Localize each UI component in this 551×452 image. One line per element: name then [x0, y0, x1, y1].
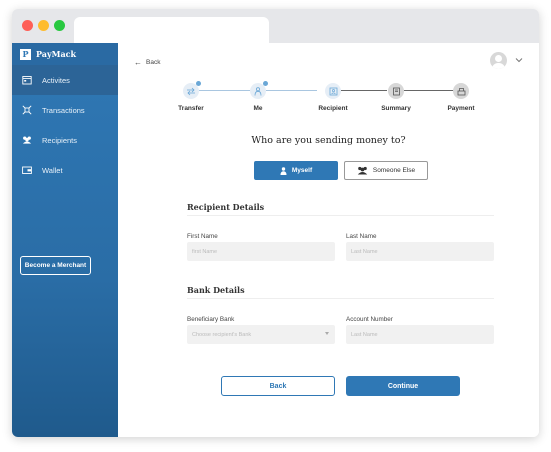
- chevron-down-icon[interactable]: [515, 56, 523, 64]
- back-button[interactable]: Back: [221, 376, 335, 396]
- brand[interactable]: P PayMack: [12, 43, 118, 65]
- transfer-icon: [22, 105, 32, 115]
- step-complete-badge: [196, 81, 201, 86]
- account-number-label: Account Number: [346, 316, 393, 323]
- step-summary: Summary: [371, 83, 421, 112]
- myself-button[interactable]: Myself: [254, 161, 338, 180]
- wallet-icon: [22, 165, 32, 175]
- sidebar-item-transactions[interactable]: Transactions: [12, 95, 118, 125]
- payment-icon: [453, 83, 469, 99]
- back-label: Back: [146, 59, 161, 66]
- step-me: Me: [233, 81, 283, 112]
- first-name-input[interactable]: first Name: [187, 242, 335, 261]
- step-label: Transfer: [178, 105, 204, 112]
- person-icon: [250, 81, 268, 99]
- step-recipient: Recipient: [308, 83, 358, 112]
- last-name-label: Last Name: [346, 233, 377, 240]
- step-payment: Payment: [436, 83, 486, 112]
- beneficiary-bank-placeholder: Choose recipient's Bank: [192, 331, 252, 338]
- brand-name: PayMack: [36, 49, 77, 59]
- account-number-input[interactable]: Last Name: [346, 325, 494, 344]
- last-name-input[interactable]: Last Name: [346, 242, 494, 261]
- sidebar-item-label: Recipients: [42, 135, 78, 145]
- become-merchant-button[interactable]: Become a Merchant: [20, 256, 91, 275]
- sidebar-item-label: Activites: [42, 75, 70, 85]
- step-label: Recipient: [318, 105, 348, 112]
- continue-button[interactable]: Continue: [346, 376, 460, 396]
- first-name-label: First Name: [187, 233, 218, 240]
- minimize-window-button[interactable]: [38, 20, 49, 31]
- browser-window: P PayMack Activites Transactions Recipie…: [12, 9, 539, 437]
- step-transfer: Transfer: [166, 81, 216, 112]
- step-complete-badge: [263, 81, 268, 86]
- users-icon: [357, 166, 368, 175]
- calendar-icon: [22, 75, 32, 85]
- sidebar: P PayMack Activites Transactions Recipie…: [12, 43, 118, 437]
- sidebar-item-recipients[interactable]: Recipients: [12, 125, 118, 155]
- maximize-window-button[interactable]: [54, 20, 65, 31]
- sidebar-item-wallet[interactable]: Wallet: [12, 155, 118, 185]
- section-divider: [187, 298, 494, 299]
- someone-else-label: Someone Else: [372, 167, 416, 174]
- sidebar-item-activities[interactable]: Activites: [12, 65, 118, 95]
- bank-details-title: Bank Details: [187, 285, 245, 295]
- step-label: Me: [253, 105, 263, 112]
- account-number-placeholder: Last Name: [351, 331, 378, 338]
- page-question: Who are you sending money to?: [251, 135, 406, 146]
- sidebar-item-label: Wallet: [42, 165, 63, 175]
- back-link[interactable]: ← Back: [134, 58, 160, 67]
- arrow-left-icon: ←: [134, 58, 142, 67]
- recipient-icon: [325, 83, 341, 99]
- sidebar-item-label: Transactions: [42, 105, 85, 115]
- section-divider: [187, 215, 494, 216]
- myself-label: Myself: [291, 167, 313, 174]
- step-label: Payment: [447, 105, 475, 112]
- transfer-icon: [183, 81, 201, 99]
- last-name-placeholder: Last Name: [351, 248, 378, 255]
- close-window-button[interactable]: [22, 20, 33, 31]
- caret-down-icon: [325, 332, 329, 335]
- brand-logo: P: [20, 48, 31, 60]
- recipient-details-title: Recipient Details: [187, 202, 265, 212]
- user-avatar-icon[interactable]: [490, 52, 507, 69]
- browser-tab[interactable]: [74, 17, 269, 43]
- browser-chrome: [12, 9, 539, 43]
- first-name-placeholder: first Name: [192, 248, 218, 255]
- person-icon: [280, 166, 287, 175]
- beneficiary-bank-select[interactable]: Choose recipient's Bank: [187, 325, 335, 344]
- main-content: ← Back Transfer Me Recipient Summary Pay…: [118, 43, 539, 437]
- beneficiary-bank-label: Beneficiary Bank: [187, 316, 235, 323]
- someone-else-button[interactable]: Someone Else: [344, 161, 428, 180]
- users-icon: [22, 135, 32, 145]
- step-label: Summary: [381, 105, 411, 112]
- summary-icon: [388, 83, 404, 99]
